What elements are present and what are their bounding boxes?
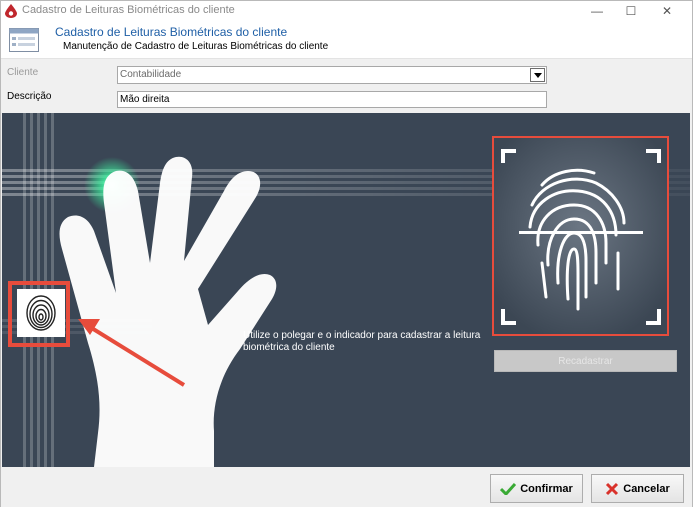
cliente-label: Cliente — [7, 67, 39, 78]
cliente-select[interactable]: Contabilidade — [117, 66, 547, 84]
header-title: Cadastro de Leituras Biométricas do clie… — [55, 25, 288, 39]
confirm-button[interactable]: Confirmar — [490, 474, 583, 503]
close-button[interactable]: ✕ — [651, 1, 683, 21]
cancel-label: Cancelar — [623, 482, 670, 495]
cliente-select-value: Contabilidade — [120, 69, 182, 80]
form-header: Cadastro de Leituras Biométricas do clie… — [1, 21, 692, 59]
form-list-icon — [9, 28, 39, 52]
descricao-input[interactable]: Mão direita — [117, 91, 547, 108]
minimize-icon: — — [591, 4, 603, 18]
header-subtitle: Manutenção de Cadastro de Leituras Biomé… — [63, 41, 329, 52]
footer: Confirmar Cancelar — [1, 467, 692, 507]
checkmark-icon — [500, 482, 517, 495]
maximize-button[interactable]: ☐ — [615, 1, 647, 21]
window-title: Cadastro de Leituras Biométricas do clie… — [22, 4, 235, 16]
thumbnail-fingerprint — [8, 281, 70, 347]
scanner-box — [492, 136, 669, 336]
biometric-panel: Utilize o polegar e o indicador para cad… — [2, 113, 690, 467]
biometric-illustration — [2, 113, 690, 467]
confirm-label: Confirmar — [520, 482, 573, 495]
cancel-x-icon — [606, 482, 619, 495]
descricao-label: Descrição — [7, 91, 52, 102]
recadastrar-button[interactable]: Recadastrar — [494, 350, 677, 372]
close-icon: ✕ — [661, 4, 673, 18]
app-drop-icon — [5, 4, 17, 18]
maximize-icon: ☐ — [625, 4, 637, 18]
minimize-button[interactable]: — — [581, 1, 613, 21]
cancel-button[interactable]: Cancelar — [591, 474, 684, 503]
chevron-down-icon[interactable] — [530, 68, 545, 82]
title-bar: Cadastro de Leituras Biométricas do clie… — [1, 1, 692, 21]
dialog-window: Cadastro de Leituras Biométricas do clie… — [0, 0, 693, 507]
instruction-text: Utilize o polegar e o indicador para cad… — [243, 330, 481, 353]
